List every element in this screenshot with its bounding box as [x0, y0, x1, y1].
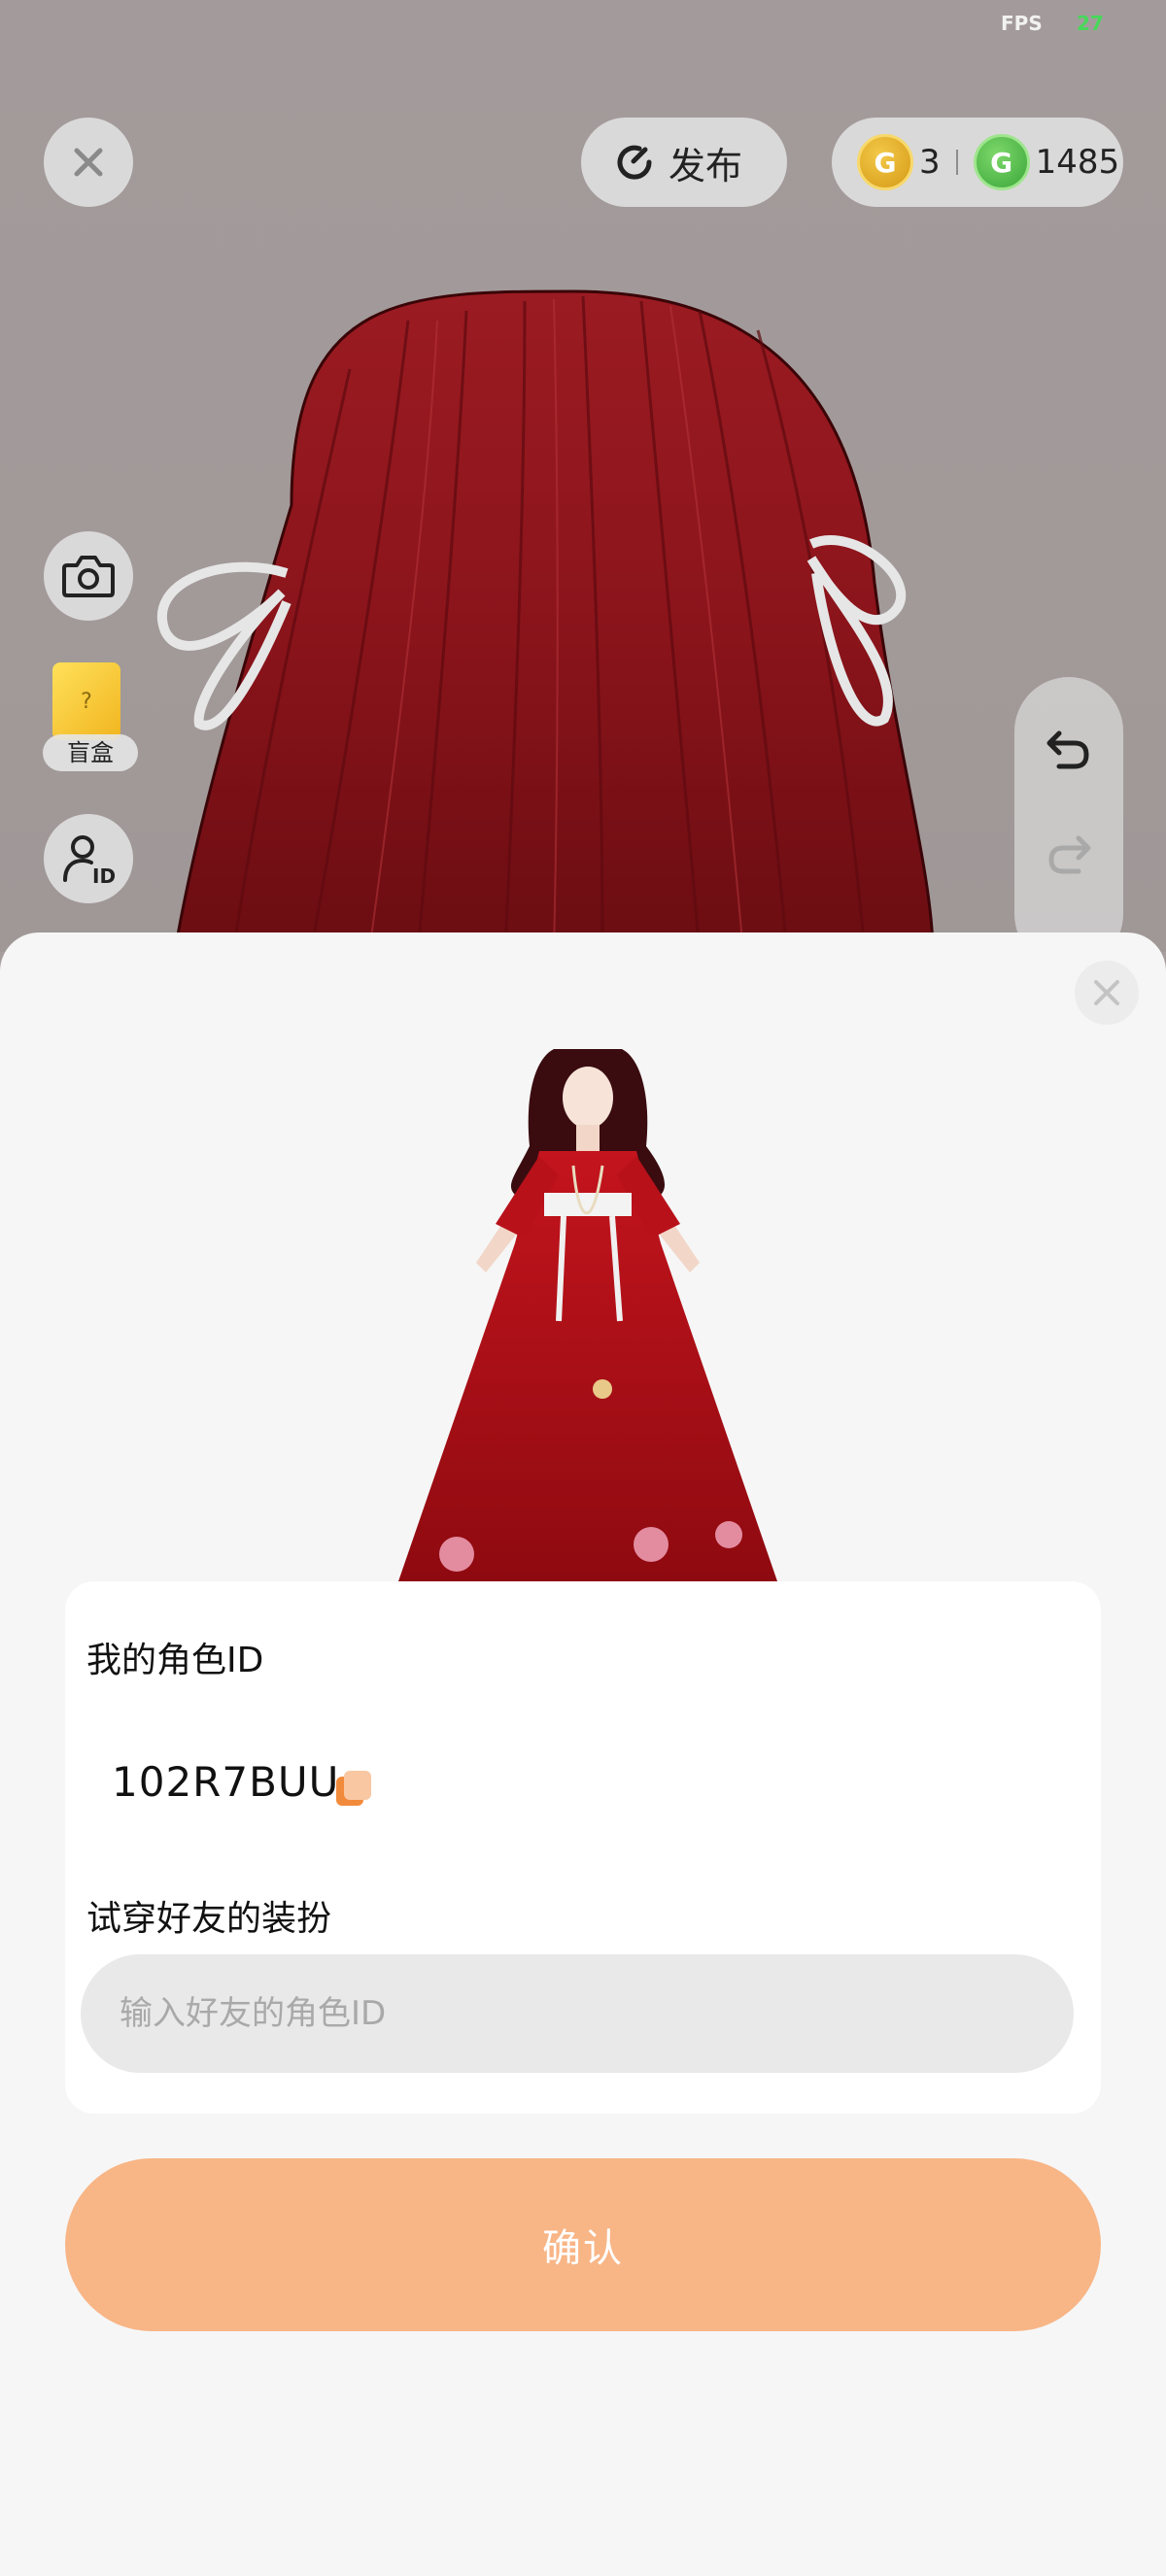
my-role-id-value: 102R7BUU — [112, 1758, 340, 1806]
currency-display[interactable]: G 3 G 1485 — [832, 118, 1123, 207]
fps-value: 27 — [1077, 12, 1104, 35]
try-friend-outfit-label: 试穿好友的装扮 — [86, 1899, 332, 1939]
close-button[interactable] — [44, 118, 133, 207]
sheet-close-button[interactable] — [1075, 961, 1139, 1025]
avatar-preview-image — [398, 1049, 777, 1581]
currency-divider — [955, 150, 958, 175]
publish-label: 发布 — [669, 144, 743, 187]
blind-box-button[interactable]: ? 盲盒 — [43, 662, 138, 771]
close-icon — [1094, 980, 1119, 1005]
undo-icon[interactable] — [1042, 722, 1096, 776]
fps-label: FPS — [1001, 12, 1043, 35]
camera-icon — [62, 556, 115, 597]
role-id-button[interactable]: ID — [44, 814, 133, 903]
refresh-circle-icon — [617, 145, 652, 180]
redo-icon[interactable] — [1042, 827, 1096, 881]
copy-icon[interactable] — [334, 1769, 373, 1808]
green-coin-value: 1485 — [1035, 143, 1120, 182]
my-role-id-label: 我的角色ID — [86, 1641, 264, 1680]
undo-redo-panel — [1014, 677, 1123, 952]
svg-text:ID: ID — [92, 864, 116, 888]
user-id-icon: ID — [63, 835, 116, 888]
blind-box-icon: ? — [52, 662, 120, 740]
camera-button[interactable] — [44, 531, 133, 621]
friend-role-id-input[interactable] — [81, 1954, 1074, 2073]
confirm-button[interactable]: 确认 — [65, 2158, 1101, 2331]
gold-coin-icon: G — [857, 134, 913, 190]
avatar-scene[interactable]: FPS 27 发布 G 3 G 1485 ? 盲盒 ID — [0, 0, 1166, 952]
blind-box-label: 盲盒 — [43, 734, 138, 771]
green-coin-icon: G — [973, 134, 1030, 190]
role-id-card: 我的角色ID 102R7BUU 试穿好友的装扮 — [65, 1581, 1101, 2114]
close-icon — [74, 148, 103, 177]
publish-button[interactable]: 发布 — [581, 118, 787, 207]
gold-coin-value: 3 — [919, 143, 941, 182]
